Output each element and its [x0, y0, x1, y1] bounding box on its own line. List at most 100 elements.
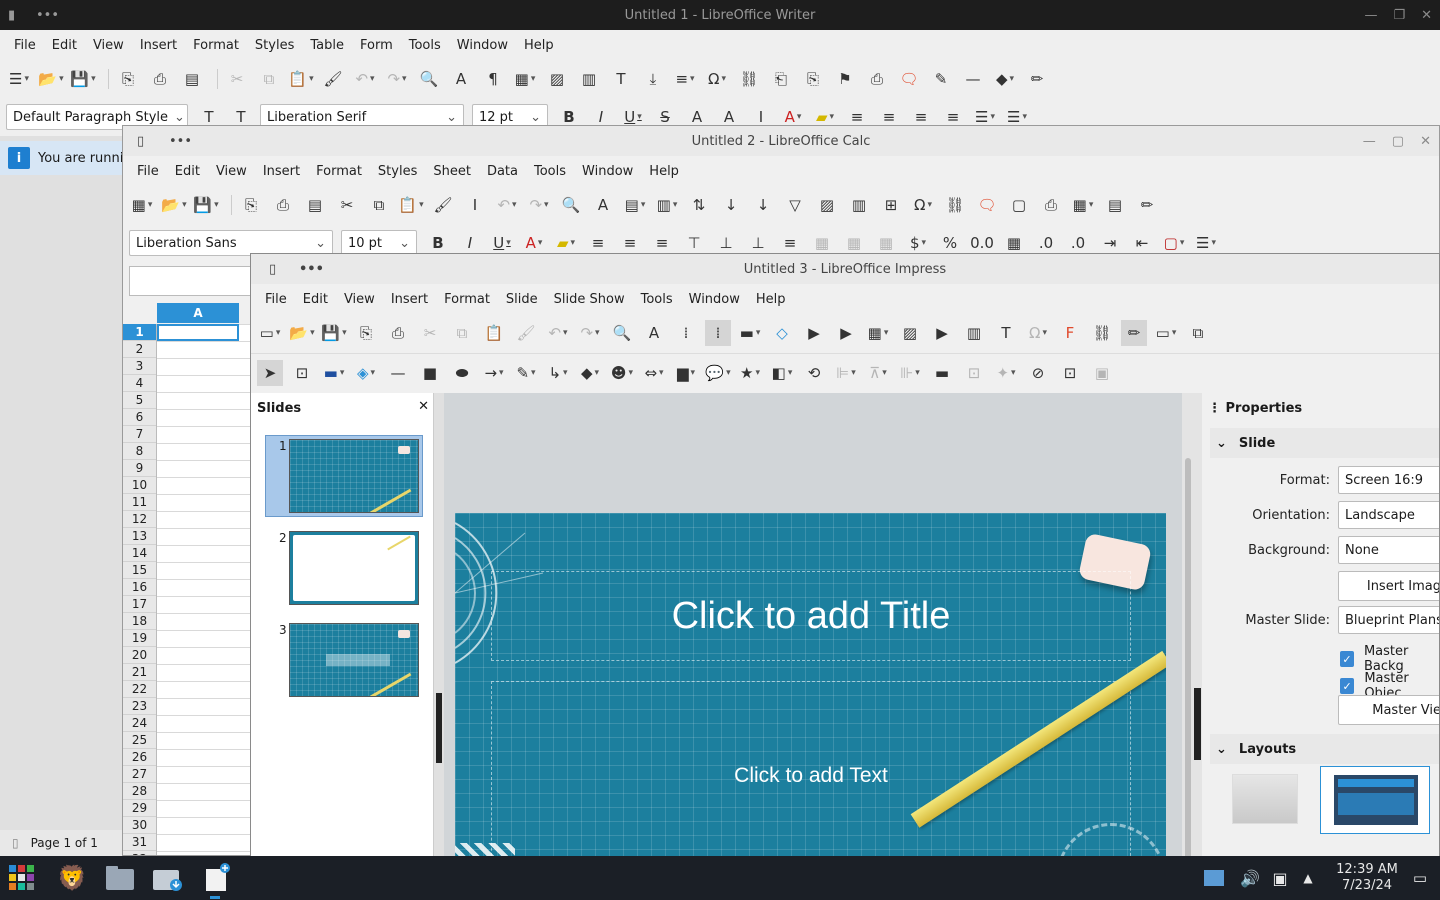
- menu-window[interactable]: Window: [449, 38, 516, 53]
- clone-formatting-icon[interactable]: 🖌: [320, 66, 346, 92]
- basic-shapes-icon[interactable]: ◆: [577, 360, 603, 386]
- active-cell[interactable]: [157, 324, 239, 341]
- fill-color-icon[interactable]: ◈: [353, 360, 379, 386]
- autofilter-icon[interactable]: ▽: [782, 192, 808, 218]
- line-icon[interactable]: —: [385, 360, 411, 386]
- menu-table[interactable]: Table: [302, 38, 352, 53]
- format-select[interactable]: Screen 16:9: [1338, 466, 1439, 494]
- master-view-button[interactable]: Master Vie: [1338, 695, 1439, 725]
- start-first-slide-icon[interactable]: ▶: [801, 320, 827, 346]
- comment-icon[interactable]: 🗨: [974, 192, 1000, 218]
- open-icon[interactable]: 📂: [161, 192, 187, 218]
- layout-title-content-selected[interactable]: [1320, 766, 1430, 834]
- clear-formatting-icon[interactable]: I: [462, 192, 488, 218]
- new-icon[interactable]: ▦: [129, 192, 155, 218]
- draw-icon[interactable]: ✏: [1121, 320, 1147, 346]
- app-launcher-icon[interactable]: [4, 856, 40, 900]
- align-objects-icon[interactable]: ⊫: [833, 360, 859, 386]
- menu-data[interactable]: Data: [479, 164, 526, 179]
- row-header[interactable]: 18: [123, 613, 156, 630]
- row-icon[interactable]: ▤: [622, 192, 648, 218]
- sidebar-splitter[interactable]: [1194, 393, 1202, 899]
- master-background-checkbox[interactable]: ✓ Master Backg: [1340, 644, 1439, 674]
- close-icon[interactable]: ✕: [1421, 8, 1432, 23]
- freeze-rows-columns-icon[interactable]: ▦: [1070, 192, 1096, 218]
- print-icon[interactable]: ⎙: [147, 66, 173, 92]
- glue-points-icon[interactable]: ▣: [1089, 360, 1115, 386]
- row-header[interactable]: 4: [123, 375, 156, 392]
- menu-sheet[interactable]: Sheet: [425, 164, 479, 179]
- row-header[interactable]: 25: [123, 732, 156, 749]
- formatting-marks-icon[interactable]: ¶: [480, 66, 506, 92]
- menu-insert[interactable]: Insert: [132, 38, 185, 53]
- volume-icon[interactable]: 🔊: [1236, 856, 1264, 900]
- title-placeholder[interactable]: Click to add Title: [491, 571, 1131, 661]
- master-slide-select[interactable]: Blueprint Plans: [1338, 606, 1439, 634]
- redo-icon[interactable]: ↷: [384, 66, 410, 92]
- new-icon[interactable]: ▭: [257, 320, 283, 346]
- callouts-icon[interactable]: 💬: [705, 360, 731, 386]
- insert-textbox-icon[interactable]: T: [993, 320, 1019, 346]
- endnote-icon[interactable]: ⎘: [800, 66, 826, 92]
- undo-icon[interactable]: ↶: [352, 66, 378, 92]
- block-arrows-icon[interactable]: ⇔: [641, 360, 667, 386]
- insert-image-icon[interactable]: ▨: [814, 192, 840, 218]
- row-header[interactable]: 7: [123, 426, 156, 443]
- menu-view[interactable]: View: [85, 38, 132, 53]
- row-header[interactable]: 19: [123, 630, 156, 647]
- more-icon[interactable]: •••: [299, 254, 324, 284]
- cut-icon[interactable]: ✂: [224, 66, 250, 92]
- slides-pane-splitter[interactable]: [434, 393, 444, 899]
- desktop-pager-icon[interactable]: [1200, 856, 1228, 900]
- save-icon[interactable]: 💾: [321, 320, 347, 346]
- insert-chart-icon[interactable]: ▥: [961, 320, 987, 346]
- sidebar-icon[interactable]: ☰: [6, 66, 32, 92]
- row-header[interactable]: 14: [123, 545, 156, 562]
- spelling-icon[interactable]: A: [448, 66, 474, 92]
- insert-line-icon[interactable]: —: [960, 66, 986, 92]
- row-header[interactable]: 9: [123, 460, 156, 477]
- system-tray-expand-icon[interactable]: ▲: [1296, 856, 1320, 900]
- menu-insert[interactable]: Insert: [383, 292, 436, 307]
- slide-thumbnail-1[interactable]: [289, 439, 419, 513]
- insert-field-icon[interactable]: ≡: [672, 66, 698, 92]
- display-grid-icon[interactable]: ⁞: [673, 320, 699, 346]
- menu-format[interactable]: Format: [436, 292, 498, 307]
- crop-icon[interactable]: ⊡: [961, 360, 987, 386]
- orientation-select[interactable]: Landscape: [1338, 501, 1439, 529]
- page-break-icon[interactable]: ⤓: [640, 66, 666, 92]
- slide-canvas[interactable]: Click to add Title Click to add Text: [455, 513, 1166, 899]
- clipboard-icon[interactable]: ▣: [1266, 856, 1294, 900]
- insert-chart-icon[interactable]: ▥: [846, 192, 872, 218]
- row-header[interactable]: 5: [123, 392, 156, 409]
- insert-table-icon[interactable]: ▦: [512, 66, 538, 92]
- comment-icon[interactable]: 🗨: [896, 66, 922, 92]
- menu-file[interactable]: File: [257, 292, 295, 307]
- save-icon[interactable]: 💾: [70, 66, 96, 92]
- duplicate-icon[interactable]: ⧉: [1185, 320, 1211, 346]
- insert-image-button[interactable]: Insert Imag: [1338, 571, 1439, 601]
- clock[interactable]: 12:39 AM 7/23/24: [1330, 860, 1404, 896]
- row-header[interactable]: 13: [123, 528, 156, 545]
- menu-tools[interactable]: Tools: [633, 292, 681, 307]
- spelling-icon[interactable]: A: [590, 192, 616, 218]
- paste-icon[interactable]: 📋: [398, 192, 424, 218]
- sort-descending-icon[interactable]: ↓: [750, 192, 776, 218]
- points-icon[interactable]: ⊡: [1057, 360, 1083, 386]
- writer-titlebar[interactable]: ▮ ••• Untitled 1 - LibreOffice Writer — …: [0, 0, 1440, 30]
- menu-edit[interactable]: Edit: [44, 38, 85, 53]
- filter-icon[interactable]: ✦: [993, 360, 1019, 386]
- open-icon[interactable]: 📂: [289, 320, 315, 346]
- cut-icon[interactable]: ✂: [417, 320, 443, 346]
- paste-icon[interactable]: 📋: [288, 66, 314, 92]
- menu-form[interactable]: Form: [352, 38, 401, 53]
- text-placeholder[interactable]: Click to add Text: [491, 681, 1131, 871]
- draw-icon[interactable]: ✏: [1134, 192, 1160, 218]
- menu-help[interactable]: Help: [641, 164, 687, 179]
- menu-file[interactable]: File: [129, 164, 167, 179]
- draw-icon[interactable]: ✏: [1024, 66, 1050, 92]
- find-icon[interactable]: 🔍: [416, 66, 442, 92]
- row-header[interactable]: 27: [123, 766, 156, 783]
- insert-image-icon[interactable]: ▨: [544, 66, 570, 92]
- rectangle-icon[interactable]: ■: [417, 360, 443, 386]
